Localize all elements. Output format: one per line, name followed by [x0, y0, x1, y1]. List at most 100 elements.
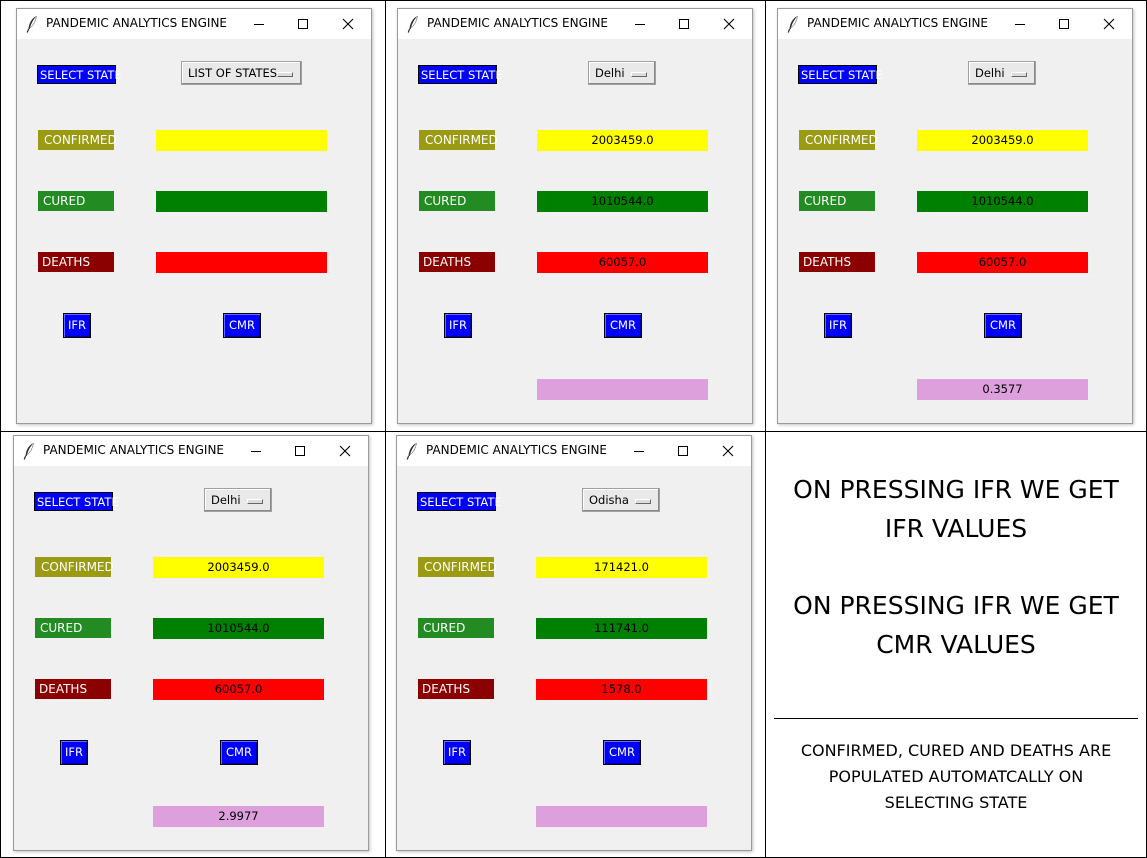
cured-value-field: 1010544.0	[537, 191, 708, 212]
cmr-button[interactable]: CMR	[220, 740, 258, 765]
cured-label: CURED	[35, 618, 111, 638]
deaths-value-field: 1578.0	[536, 679, 707, 700]
note-ifr-line: ON PRESSING IFR WE GET	[793, 475, 1119, 504]
result-field	[537, 379, 708, 400]
close-button[interactable]	[1097, 12, 1121, 36]
state-dropdown-value: LIST OF STATES	[188, 66, 278, 80]
state-dropdown-value: Odisha	[589, 493, 629, 507]
select-state-label: SELECT STATE	[798, 65, 883, 84]
ifr-button[interactable]: IFR	[63, 313, 91, 338]
select-state-label: SELECT STATE	[37, 65, 122, 84]
cured-value-field: 1010544.0	[153, 618, 324, 639]
feather-icon	[787, 15, 798, 33]
feather-icon	[407, 15, 418, 33]
cmr-button[interactable]: CMR	[603, 740, 641, 765]
close-button[interactable]	[717, 12, 741, 36]
dropdown-indicator-icon	[631, 72, 647, 77]
confirmed-label: CONFIRMED	[419, 130, 498, 150]
confirmed-label: CONFIRMED	[799, 130, 878, 150]
minimize-icon	[1015, 24, 1025, 25]
select-state-label: SELECT STATE	[34, 492, 119, 511]
ifr-button[interactable]: IFR	[444, 313, 472, 338]
minimize-button[interactable]	[244, 439, 268, 463]
title-bar[interactable]: PANDEMIC ANALYTICS ENGINE	[17, 9, 371, 39]
close-icon	[1103, 18, 1115, 30]
confirmed-label: CONFIRMED	[35, 557, 114, 577]
caption-line-1: CONFIRMED, CURED AND DEATHS ARE	[800, 741, 1112, 760]
cmr-button[interactable]: CMR	[984, 313, 1022, 338]
maximize-button[interactable]	[291, 12, 315, 36]
title-bar[interactable]: PANDEMIC ANALYTICS ENGINE	[778, 9, 1132, 39]
confirmed-label: CONFIRMED	[38, 130, 117, 150]
confirmed-value-field: 2003459.0	[917, 130, 1088, 151]
window-title: PANDEMIC ANALYTICS ENGINE	[427, 16, 609, 30]
close-button[interactable]	[333, 439, 357, 463]
dropdown-indicator-icon	[1011, 72, 1027, 77]
caption-line-2: POPULATED AUTOMATCALLY ON	[828, 767, 1084, 786]
maximize-icon	[679, 19, 689, 29]
ifr-button[interactable]: IFR	[60, 740, 88, 765]
title-bar[interactable]: PANDEMIC ANALYTICS ENGINE	[397, 436, 751, 466]
cured-label: CURED	[38, 191, 114, 211]
cmr-button[interactable]: CMR	[223, 313, 261, 338]
state-dropdown[interactable]: Delhi	[968, 61, 1036, 85]
ifr-button[interactable]: IFR	[824, 313, 852, 338]
confirmed-label: CONFIRMED	[418, 557, 497, 577]
maximize-icon	[1059, 19, 1069, 29]
state-dropdown[interactable]: Delhi	[204, 488, 272, 512]
close-icon	[722, 445, 734, 457]
minimize-button[interactable]	[247, 12, 271, 36]
note-cmr-line: ON PRESSING IFR WE GET	[793, 591, 1119, 620]
deaths-value-field: 60057.0	[537, 252, 708, 273]
deaths-value-field: 60057.0	[917, 252, 1088, 273]
feather-icon	[406, 442, 417, 460]
app-window-1: PANDEMIC ANALYTICS ENGINE SELECT STATE L…	[16, 8, 372, 424]
close-button[interactable]	[716, 439, 740, 463]
deaths-value-field: 60057.0	[153, 679, 324, 700]
maximize-icon	[678, 446, 688, 456]
state-dropdown[interactable]: LIST OF STATES	[181, 61, 302, 85]
deaths-value-field	[156, 252, 327, 273]
notes-cell: ON PRESSING IFR WE GET IFR VALUES ON PRE…	[765, 431, 1147, 858]
state-dropdown[interactable]: Odisha	[582, 488, 660, 512]
minimize-button[interactable]	[1008, 12, 1032, 36]
minimize-icon	[635, 24, 645, 25]
ifr-button[interactable]: IFR	[443, 740, 471, 765]
window-title: PANDEMIC ANALYTICS ENGINE	[807, 16, 989, 30]
dropdown-indicator-icon	[635, 499, 651, 504]
cured-value-field	[156, 191, 327, 212]
minimize-button[interactable]	[627, 439, 651, 463]
minimize-icon	[254, 24, 264, 25]
minimize-button[interactable]	[628, 12, 652, 36]
cmr-button[interactable]: CMR	[604, 313, 642, 338]
maximize-icon	[295, 446, 305, 456]
state-dropdown-value: Delhi	[595, 66, 625, 80]
state-dropdown[interactable]: Delhi	[588, 61, 656, 85]
deaths-label: DEATHS	[799, 252, 875, 272]
maximize-button[interactable]	[672, 12, 696, 36]
app-window-4: PANDEMIC ANALYTICS ENGINE SELECT STATE D…	[13, 435, 369, 851]
deaths-label: DEATHS	[418, 679, 494, 699]
title-bar[interactable]: PANDEMIC ANALYTICS ENGINE	[398, 9, 752, 39]
confirmed-value-field: 2003459.0	[537, 130, 708, 151]
app-window-2: PANDEMIC ANALYTICS ENGINE SELECT STATE D…	[397, 8, 753, 424]
deaths-label: DEATHS	[38, 252, 114, 272]
result-field	[536, 806, 707, 827]
close-button[interactable]	[336, 12, 360, 36]
maximize-button[interactable]	[288, 439, 312, 463]
cured-value-field: 111741.0	[536, 618, 707, 639]
note-cmr-values: CMR VALUES	[876, 630, 1036, 659]
confirmed-value-field	[156, 130, 327, 151]
maximize-button[interactable]	[671, 439, 695, 463]
result-field: 2.9977	[153, 806, 324, 827]
window-title: PANDEMIC ANALYTICS ENGINE	[43, 443, 225, 457]
cured-label: CURED	[418, 618, 494, 638]
cured-label: CURED	[419, 191, 495, 211]
app-window-5: PANDEMIC ANALYTICS ENGINE SELECT STATE O…	[396, 435, 752, 851]
minimize-icon	[634, 451, 644, 452]
close-icon	[342, 18, 354, 30]
app-window-3: PANDEMIC ANALYTICS ENGINE SELECT STATE D…	[777, 8, 1133, 424]
window-title: PANDEMIC ANALYTICS ENGINE	[426, 443, 608, 457]
title-bar[interactable]: PANDEMIC ANALYTICS ENGINE	[14, 436, 368, 466]
maximize-button[interactable]	[1052, 12, 1076, 36]
